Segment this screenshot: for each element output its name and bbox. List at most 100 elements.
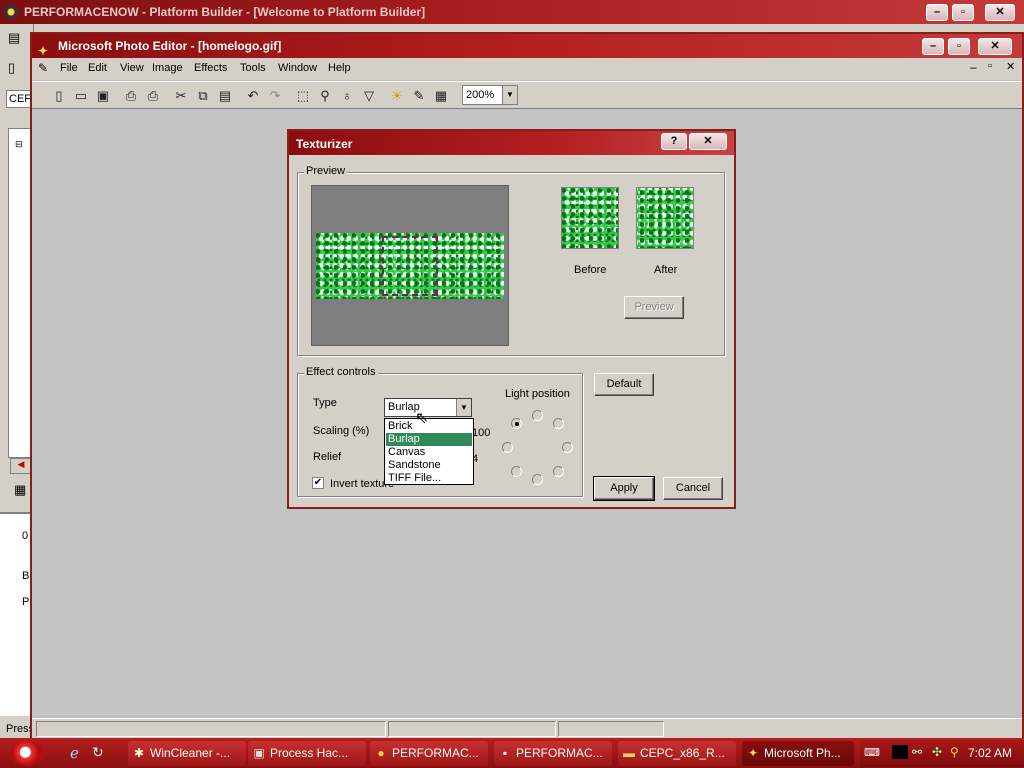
menu-image[interactable]: Image [152, 62, 183, 74]
pb-close-button[interactable]: ✕ [985, 4, 1015, 21]
light-radio-top-right[interactable] [553, 418, 564, 429]
light-radio-top[interactable] [532, 410, 543, 421]
preview-navigator[interactable] [311, 185, 509, 346]
sharpen-icon[interactable]: ▽ [360, 87, 378, 105]
platform-builder-titlebar[interactable]: PERFORMACENOW - Platform Builder - [Welc… [0, 0, 1024, 24]
help-button[interactable]: ? [661, 133, 687, 150]
platform-builder-title: PERFORMACENOW - Platform Builder - [Welc… [24, 5, 426, 19]
open-icon[interactable]: ▭ [72, 87, 90, 105]
menu-effects[interactable]: Effects [194, 62, 227, 74]
taskbar-item-wincleaner[interactable]: ✱ WinCleaner -... [128, 741, 246, 766]
taskbar-item-performacenow-console[interactable]: ▪ PERFORMAC... [494, 741, 612, 766]
search-icon[interactable]: ⚲ [950, 745, 959, 759]
system-tray: ⌨ ⚯ ✣ ⚲ 7:02 AM [860, 740, 1024, 767]
tool-icon[interactable]: ✣ [932, 745, 942, 759]
light-radio-bottom-left[interactable] [511, 466, 522, 477]
scaling-value[interactable]: 100 [472, 427, 490, 439]
output-line-1: B [22, 570, 30, 582]
effect-controls-group: Effect controls Type Burlap ▼ Brick Burl… [297, 366, 583, 497]
type-option-brick[interactable]: Brick [386, 420, 472, 433]
cut-icon[interactable]: ✂ [172, 87, 190, 105]
print-icon[interactable]: ⎙ [122, 87, 140, 105]
copy-icon[interactable]: ⧉ [194, 87, 212, 105]
relief-label: Relief [313, 451, 342, 463]
preview-selection-rect[interactable] [382, 236, 438, 296]
taskbar-item-performacenow-pb[interactable]: ● PERFORMAC... [370, 741, 488, 766]
pe-minimize-button[interactable]: – [922, 38, 944, 55]
default-button[interactable]: Default [594, 373, 654, 396]
texturizer-title: Texturizer [296, 137, 353, 151]
light-radio-bottom-right[interactable] [553, 466, 564, 477]
document-icon[interactable]: ✎ [38, 61, 48, 75]
taskbar-item-label: Microsoft Ph... [764, 746, 841, 760]
light-radio-left[interactable] [502, 442, 513, 453]
mdi-close-button[interactable]: ✕ [1006, 60, 1015, 73]
menu-view[interactable]: View [120, 62, 144, 74]
pb-toolbar-icon[interactable]: ▤ [8, 30, 26, 48]
print-preview-icon[interactable]: ⎙ [144, 87, 162, 105]
effect-controls-label: Effect controls [304, 366, 378, 378]
smudge-icon[interactable]: ♁ [338, 87, 356, 105]
save-icon[interactable]: ▣ [94, 87, 112, 105]
menu-tools[interactable]: Tools [240, 62, 266, 74]
photo-editor-titlebar[interactable]: ✦ Microsoft Photo Editor - [homelogo.gif… [32, 34, 1022, 58]
pe-maximize-button[interactable]: ▫ [948, 38, 970, 55]
taskbar: ℯ ↻ ✱ WinCleaner -... ▣ Process Hac... ● PE… [0, 738, 1024, 768]
ie-quicklaunch-icon[interactable]: ℯ [70, 744, 79, 762]
redo-icon[interactable]: ↷ [266, 87, 284, 105]
menu-window[interactable]: Window [278, 62, 317, 74]
menu-file[interactable]: File [60, 62, 78, 74]
light-radio-bottom[interactable] [532, 474, 543, 485]
mdi-restore-button[interactable]: ▫ [988, 60, 992, 72]
pb-new-icon[interactable]: ▯ [8, 60, 26, 78]
preview-button[interactable]: Preview [624, 296, 684, 319]
taskbar-item-cepc-folder[interactable]: ▬ CEPC_x86_R... [618, 741, 736, 766]
network-icon[interactable]: ⚯ [912, 745, 922, 759]
paste-icon[interactable]: ▤ [216, 87, 234, 105]
taskbar-item-photo-editor[interactable]: ✦ Microsoft Ph... [742, 741, 854, 766]
select-icon[interactable]: ⬚ [294, 87, 312, 105]
quicklaunch-icon[interactable]: ↻ [92, 744, 104, 761]
scaling-label: Scaling (%) [313, 425, 370, 437]
clock[interactable]: 7:02 AM [968, 746, 1012, 760]
output-line-2: P [22, 596, 30, 608]
mdi-minimize-button[interactable]: – [970, 60, 977, 74]
undo-icon[interactable]: ↶ [244, 87, 262, 105]
pb-workspace-tree[interactable]: ⊟ [8, 128, 32, 458]
menu-edit[interactable]: Edit [88, 62, 107, 74]
menu-help[interactable]: Help [328, 62, 351, 74]
type-option-burlap[interactable]: Burlap [386, 433, 472, 446]
taskbar-item-label: CEPC_x86_R... [640, 746, 725, 760]
new-icon[interactable]: ▯ [50, 87, 68, 105]
tree-collapse-icon[interactable]: ⊟ [15, 139, 23, 150]
pb-minimize-button[interactable]: – [926, 4, 948, 21]
type-option-tiff-file[interactable]: TIFF File... [386, 472, 472, 485]
type-dropdown-list[interactable]: Brick Burlap Canvas Sandstone TIFF File.… [384, 418, 474, 485]
chevron-down-icon[interactable]: ▼ [456, 399, 471, 416]
apply-button[interactable]: Apply [593, 476, 655, 501]
taskbar-item-process-hacker[interactable]: ▣ Process Hac... [248, 741, 366, 766]
chevron-down-icon[interactable]: ▼ [502, 86, 517, 104]
dialog-close-button[interactable]: ✕ [689, 133, 727, 150]
pb-maximize-button[interactable]: ▫ [952, 4, 974, 21]
taskbar-item-label: PERFORMAC... [392, 746, 479, 760]
light-radio-top-left[interactable] [511, 418, 522, 429]
zoom-select[interactable]: 200% ▼ [462, 85, 518, 105]
photo-editor-toolbar: ▯ ▭ ▣ ⎙ ⎙ ✂ ⧉ ▤ ↶ ↷ ⬚ ⚲ ♁ ▽ ☀ ✎ ▦ 200% ▼ [32, 81, 1022, 109]
properties-icon[interactable]: ▦ [432, 87, 450, 105]
light-radio-right[interactable] [562, 442, 573, 453]
invert-texture-checkbox[interactable]: ✔ [312, 477, 324, 489]
type-option-sandstone[interactable]: Sandstone [386, 459, 472, 472]
balance-icon[interactable]: ☀ [388, 87, 406, 105]
wincleaner-icon: ✱ [133, 746, 145, 760]
texturizer-titlebar[interactable]: Texturizer ? ✕ [289, 131, 734, 155]
keyboard-icon[interactable]: ⌨ [864, 746, 880, 759]
zoom-icon[interactable]: ⚲ [316, 87, 334, 105]
start-button[interactable] [10, 741, 44, 766]
scroll-left-arrow-icon[interactable]: ◀ [10, 458, 32, 474]
type-option-canvas[interactable]: Canvas [386, 446, 472, 459]
pe-close-button[interactable]: ✕ [978, 38, 1012, 55]
pen-icon[interactable]: ✎ [410, 87, 428, 105]
monitor-icon[interactable] [892, 745, 908, 759]
cancel-button[interactable]: Cancel [663, 477, 723, 500]
